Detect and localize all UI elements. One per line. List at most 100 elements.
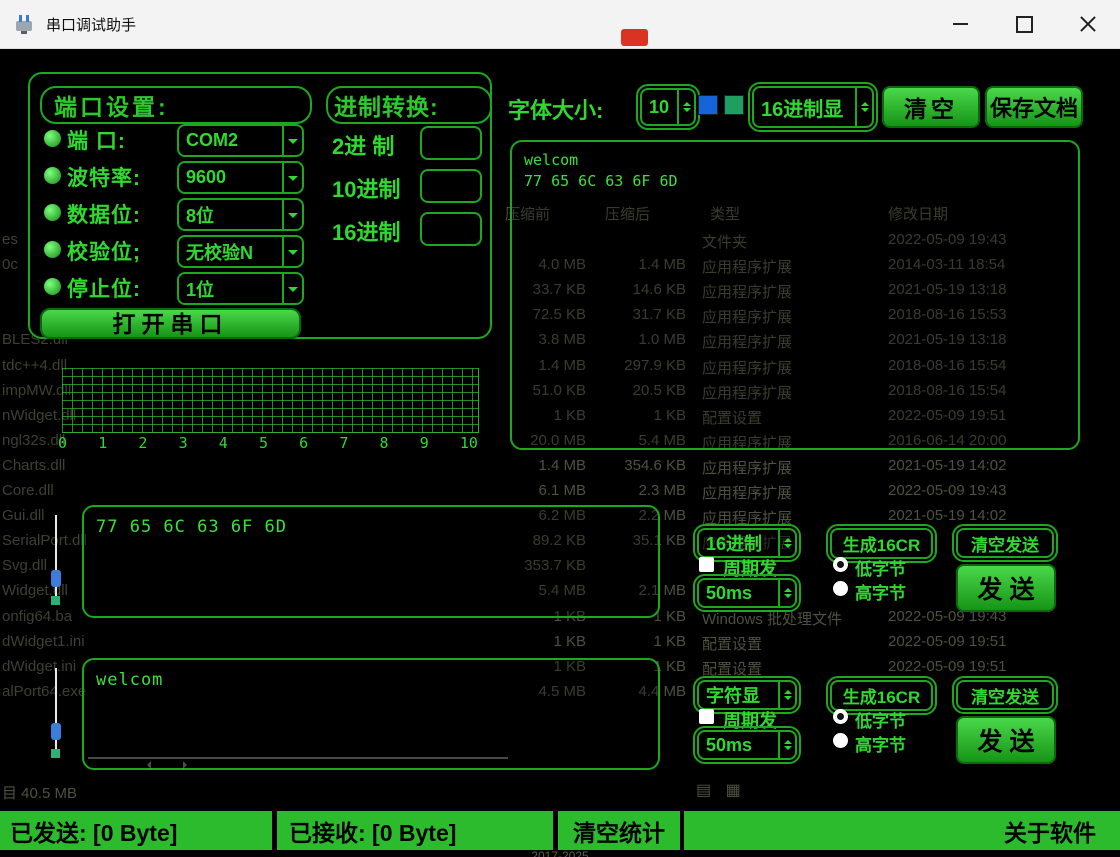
spinner-arrows-icon[interactable]: [778, 732, 795, 758]
display-mode-value: 16进制显: [754, 88, 855, 126]
background-size-after: 1 KB: [592, 633, 686, 650]
status-bar: 已发送: [0 Byte] 已接收: [0 Byte] 清空统计 关于软件: [0, 811, 1120, 850]
spin-down-icon: [784, 746, 792, 754]
maximize-button[interactable]: [992, 0, 1056, 48]
received-counter: 已接收: [0 Byte]: [277, 811, 553, 850]
send-button[interactable]: 发 送: [956, 564, 1056, 612]
close-icon: [1079, 15, 1097, 33]
receive-line: 77 65 6C 63 6F 6D: [524, 171, 1066, 192]
send-controls-2: 字符显周期发50ms生成16CR低字节高字节清空发送发 送: [697, 680, 1053, 792]
chart-x-tick-label: 5: [259, 434, 268, 452]
clear-send-button[interactable]: 清空发送: [956, 680, 1054, 710]
chart-x-tick-label: 2: [138, 434, 147, 452]
base-convert-label: 16进制: [332, 215, 400, 247]
background-file-name: SerialPort.dll: [2, 532, 84, 549]
background-file-date: 2021-05-19 14:02: [888, 457, 1066, 474]
background-file-date: 2021-05-19 14:02: [888, 507, 1066, 524]
low-byte-radio[interactable]: [833, 709, 848, 724]
display-mode-dropdown[interactable]: 16进制显: [752, 86, 874, 128]
background-size-after: 2.3 MB: [592, 482, 686, 499]
spin-up-icon: [784, 736, 792, 744]
background-file-type: 应用程序扩展: [702, 457, 888, 478]
base-convert-label: 2进 制: [332, 129, 394, 161]
spinner-arrows-icon[interactable]: [778, 682, 795, 708]
background-file-date: 2022-05-09 19:51: [888, 658, 1066, 675]
send-format-dropdown[interactable]: 字符显: [697, 680, 797, 710]
base-convert-input[interactable]: [420, 212, 482, 246]
background-file-row: Charts.dll1.4 MB354.6 KB应用程序扩展2021-05-19…: [0, 457, 1120, 479]
window-title: 串口调试助手: [46, 14, 136, 35]
low-byte-label: 低字节: [855, 555, 906, 580]
about-software-button[interactable]: 关于软件: [1004, 814, 1096, 848]
send-button[interactable]: 发 送: [956, 716, 1056, 764]
send-terminal-2[interactable]: welcom: [82, 658, 660, 770]
chart-x-tick-label: 8: [380, 434, 389, 452]
high-byte-radio[interactable]: [833, 733, 848, 748]
spinner-arrows-icon[interactable]: [778, 580, 795, 606]
spinner-arrows-icon[interactable]: [778, 530, 795, 556]
slider-handle[interactable]: [51, 723, 61, 740]
background-file-type: 配置设置: [702, 658, 888, 679]
background-red-badge: [621, 29, 648, 46]
low-byte-label: 低字节: [855, 707, 906, 732]
font-size-value: 10: [642, 90, 677, 124]
base-convert-label: 10进制: [332, 172, 400, 204]
vertical-slider: [50, 668, 62, 753]
spin-down-icon: [784, 544, 792, 552]
slider-handle[interactable]: [51, 570, 61, 587]
background-file-name: dWidget.ini: [2, 658, 84, 675]
background-size-after: 354.6 KB: [592, 457, 686, 474]
background-file-row: Core.dll6.1 MB2.3 MB应用程序扩展2022-05-09 19:…: [0, 482, 1120, 504]
spinner-arrows-icon[interactable]: [855, 88, 872, 126]
background-file-name: dWidget1.ini: [2, 633, 84, 650]
receive-terminal[interactable]: welcom 77 65 6C 63 6F 6D: [510, 140, 1080, 450]
base-convert-rows: 2进 制 10进制 16进制: [30, 74, 490, 337]
chart-x-tick-label: 4: [219, 434, 228, 452]
background-file-type: 应用程序扩展: [702, 482, 888, 503]
spin-up-icon: [784, 686, 792, 694]
spinner-value: 50ms: [699, 580, 778, 606]
minimize-button[interactable]: [928, 0, 992, 48]
clear-send-button[interactable]: 清空发送: [956, 528, 1054, 558]
spin-down-icon: [784, 594, 792, 602]
clear-stats-button[interactable]: 清空统计: [558, 811, 680, 850]
send-interval-spinner[interactable]: 50ms: [697, 578, 797, 608]
send-controls-1: 16进制周期发50ms生成16CR低字节高字节清空发送发 送: [697, 528, 1053, 640]
send-terminal-1[interactable]: 77 65 6C 63 6F 6D: [82, 505, 660, 618]
background-file-name: Gui.dll: [2, 507, 84, 524]
title-bar: 串口调试助手: [0, 0, 1120, 49]
send-interval-spinner[interactable]: 50ms: [697, 730, 797, 760]
waveform-chart-grid: [62, 368, 479, 433]
receive-line: welcom: [524, 150, 1066, 171]
dropdown-value: 字符显: [699, 682, 778, 708]
background-file-date: 2022-05-09 19:43: [888, 482, 1066, 499]
save-document-button[interactable]: 保存文档: [985, 86, 1083, 128]
spinner-value: 50ms: [699, 732, 778, 758]
send-format-dropdown[interactable]: 16进制: [697, 528, 797, 558]
chart-x-axis: 012345678910: [58, 434, 478, 452]
periodic-send-checkbox[interactable]: [699, 557, 714, 572]
spin-down-icon: [784, 696, 792, 704]
background-footer-text: 目 40.5 MB: [2, 782, 77, 803]
background-color-swatch[interactable]: [724, 95, 744, 115]
background-file-name: Svg.dll: [2, 557, 84, 574]
chart-x-tick-label: 7: [339, 434, 348, 452]
spinner-arrows-icon[interactable]: [677, 90, 694, 124]
serial-assistant-window: 压缩前 压缩后 类型 修改日期 es文件夹2022-05-09 19:430c4…: [0, 0, 1120, 857]
close-button[interactable]: [1056, 0, 1120, 48]
slider-track: [55, 668, 57, 753]
foreground-color-swatch[interactable]: [698, 95, 718, 115]
periodic-send-checkbox[interactable]: [699, 709, 714, 724]
low-byte-radio[interactable]: [833, 557, 848, 572]
clear-receive-button[interactable]: 清空: [882, 86, 980, 128]
font-size-spinner[interactable]: 10: [640, 88, 696, 126]
high-byte-radio[interactable]: [833, 581, 848, 596]
vertical-slider: [50, 515, 62, 600]
base-convert-input[interactable]: [420, 126, 482, 160]
slider-dot: [51, 749, 60, 758]
background-size-before: 6.1 MB: [478, 482, 586, 499]
base-convert-input[interactable]: [420, 169, 482, 203]
open-port-button[interactable]: 打开串口: [40, 308, 301, 339]
font-size-label: 字体大小:: [508, 93, 603, 125]
send-text: welcom: [96, 670, 646, 690]
